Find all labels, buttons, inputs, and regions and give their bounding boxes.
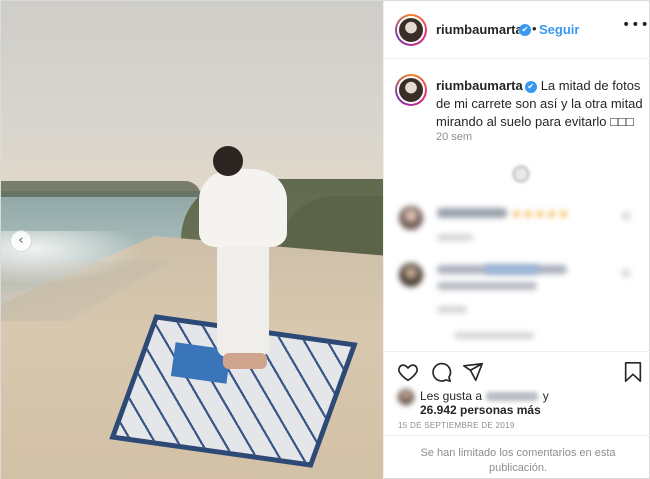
avatar-image	[399, 78, 423, 102]
likes-line: Les gusta a y	[420, 389, 549, 403]
comment-star-emojis: ★★★★★	[511, 207, 570, 221]
post-side-panel: riumbaumarta ✔ • Seguir ••• riumbaumarta…	[383, 1, 650, 479]
heart-icon[interactable]	[397, 361, 419, 383]
instagram-post: ‹ riumbaumarta ✔ • Seguir ••• riumbaumar…	[0, 0, 650, 479]
liker-username-blurred[interactable]	[486, 392, 539, 402]
comment-text-blurred	[437, 282, 537, 290]
likes-suffix: y	[542, 389, 549, 403]
separator-dot: •	[532, 21, 537, 36]
chevron-left-icon[interactable]: ‹	[10, 230, 32, 252]
avatar[interactable]	[395, 14, 427, 46]
caption-time-ago[interactable]: 20 sem	[436, 131, 472, 143]
post-header: riumbaumarta ✔ • Seguir •••	[384, 1, 650, 59]
caption-username[interactable]: riumbaumarta	[436, 78, 523, 93]
photo-person-head	[213, 146, 243, 176]
photo-person-body	[199, 169, 287, 247]
post-date[interactable]: 15 DE SEPTIEMBRE DE 2019	[398, 421, 515, 430]
header-username[interactable]: riumbaumarta	[436, 22, 523, 37]
more-dots-icon[interactable]: •••	[622, 17, 650, 33]
photo-person-legs	[217, 239, 269, 357]
comment-avatar[interactable]	[399, 206, 423, 230]
comment-heart-icon[interactable]	[622, 212, 630, 220]
likes-count[interactable]: 26.942 personas más	[420, 403, 541, 417]
photo-shoreline	[1, 181, 201, 197]
avatar-image	[399, 18, 423, 42]
view-replies-blurred[interactable]	[454, 332, 534, 339]
comment-username-blurred	[437, 208, 507, 218]
post-photo[interactable]: ‹	[1, 1, 383, 479]
comment-meta-blurred	[437, 306, 467, 313]
likes-section: Les gusta a y 26.942 personas más	[384, 386, 650, 426]
loading-spinner-icon	[511, 164, 531, 184]
comment-avatar[interactable]	[399, 263, 423, 287]
comment-meta-blurred	[437, 234, 473, 241]
limited-comments-notice: Se han limitado los comentarios en esta …	[384, 435, 650, 479]
verified-badge-icon: ✔	[524, 80, 537, 93]
caption-text-block: riumbaumarta ✔ La mitad de fotos de mi car…	[436, 77, 644, 131]
comment-icon[interactable]	[430, 361, 452, 383]
paper-plane-icon[interactable]	[462, 361, 484, 383]
likes-prefix: Les gusta a	[420, 389, 483, 403]
photo-sky	[1, 1, 383, 201]
liker-avatar[interactable]	[398, 389, 414, 405]
follow-button[interactable]: Seguir	[539, 22, 579, 37]
comment-heart-icon[interactable]	[622, 269, 630, 277]
photo-person-feet	[223, 353, 267, 369]
action-bar	[384, 351, 650, 391]
verified-badge-icon: ✔	[519, 24, 531, 36]
comment-mention-blurred	[484, 265, 539, 274]
bookmark-icon[interactable]	[622, 361, 644, 383]
caption-avatar[interactable]	[395, 74, 427, 106]
